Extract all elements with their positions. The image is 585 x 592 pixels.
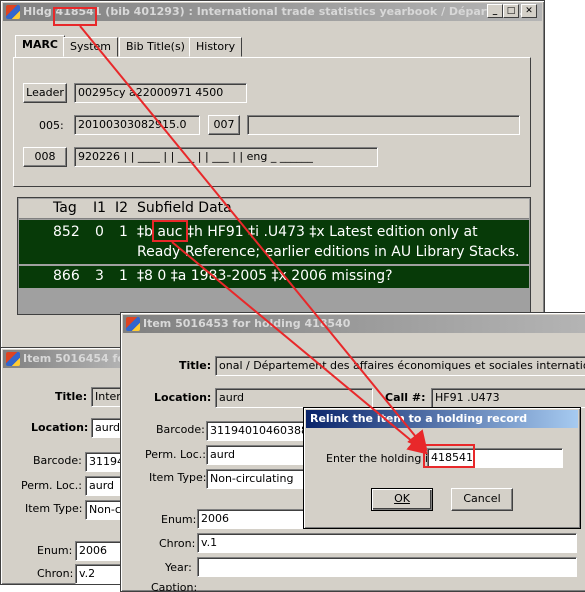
007-field[interactable] <box>247 115 520 135</box>
col-i2[interactable]: I2 <box>115 200 128 216</box>
app-icon <box>6 5 20 19</box>
relink-dialog-title: Relink the item to a holding record <box>310 412 528 425</box>
title-label: Title: <box>179 359 212 372</box>
table-row[interactable]: 866 3 1 ‡8 0 ‡a 1983-2005 ‡x 2006 missin… <box>19 266 529 288</box>
item-window-back: Item 5016454 for Title: Intern Location:… <box>0 347 130 585</box>
008-button[interactable]: 008 <box>23 147 67 167</box>
enum-label: Enum: <box>161 513 197 526</box>
holding-window: Hldg 418541 (bib 401293) : International… <box>0 0 545 350</box>
holding-window-title: Hldg 418541 (bib 401293) : International… <box>23 5 523 18</box>
app-icon <box>6 352 20 366</box>
row-i2: 1 <box>119 268 128 284</box>
title-label: Title: <box>55 390 88 403</box>
annotation-box-holding-id <box>53 7 97 26</box>
chron-label: Chron: <box>159 537 196 550</box>
item-front-title: Item 5016453 for holding 418540 <box>143 317 351 330</box>
row-i2: 1 <box>119 224 128 240</box>
item-front-titlebar[interactable]: Item 5016453 for holding 418540 <box>123 315 585 333</box>
tab-marc[interactable]: MARC <box>15 35 66 58</box>
maximize-button[interactable]: □ <box>503 4 519 18</box>
leader-field[interactable]: 00295cy a22000971 4500 <box>74 83 247 103</box>
holding-id-label: Enter the holding id: <box>326 452 439 465</box>
row-tag: 852 <box>53 224 80 240</box>
perm-loc-label: Perm. Loc.: <box>21 479 82 492</box>
table-row[interactable]: 852 0 1 ‡b auc ‡h HF91 ‡i .U473 ‡x Lates… <box>19 220 529 264</box>
col-i1[interactable]: I1 <box>93 200 106 216</box>
col-subfield[interactable]: Subfield Data <box>137 200 232 216</box>
caption-label: Caption: <box>151 581 198 592</box>
annotation-box-input <box>423 444 475 468</box>
close-button[interactable]: ✕ <box>521 4 537 18</box>
year-field[interactable] <box>197 557 577 577</box>
item-type-field[interactable]: Non-circulating <box>206 469 306 489</box>
barcode-label: Barcode: <box>156 423 205 436</box>
perm-loc-label: Perm. Loc.: <box>145 448 206 461</box>
minimize-button[interactable]: _ <box>487 4 503 18</box>
call-number-label: Call #: <box>385 391 426 404</box>
item-type-label: Item Type: <box>25 502 83 515</box>
call-number-field[interactable]: HF91 .U473 <box>431 388 585 408</box>
row-tag: 866 <box>53 268 80 284</box>
row-data: ‡8 0 ‡a 1983-2005 ‡x 2006 missing? <box>137 268 393 284</box>
col-tag[interactable]: Tag <box>53 200 77 216</box>
cancel-button[interactable]: Cancel <box>451 488 513 511</box>
perm-loc-field[interactable]: aurd <box>206 445 306 465</box>
barcode-label: Barcode: <box>33 454 82 467</box>
tab-history[interactable]: History <box>189 37 243 57</box>
008-field[interactable]: 920226 | | ____ | | ___ | | ___ | | eng … <box>74 147 378 167</box>
ok-button[interactable]: OK <box>371 488 433 511</box>
relink-dialog: Relink the item to a holding record Ente… <box>303 407 581 529</box>
barcode-field[interactable]: 31194010460388 <box>206 421 306 441</box>
year-label: Year: <box>165 561 192 574</box>
leader-button[interactable]: Leader <box>23 83 67 103</box>
007-button[interactable]: 007 <box>208 115 240 135</box>
title-field[interactable]: onal / Département des affaires économiq… <box>215 356 585 376</box>
row-i1: 3 <box>95 268 104 284</box>
location-field[interactable]: aurd <box>215 388 373 408</box>
005-label: 005: <box>39 119 64 132</box>
grid-header: Tag I1 I2 Subfield Data <box>19 199 529 219</box>
tab-system[interactable]: System <box>63 37 119 57</box>
row-data-line2: Ready Reference; earlier editions in AU … <box>137 244 520 260</box>
app-icon <box>126 317 140 331</box>
relink-dialog-titlebar[interactable]: Relink the item to a holding record <box>306 410 578 428</box>
chron-field[interactable]: v.1 <box>197 533 577 553</box>
tab-bib-titles[interactable]: Bib Title(s) <box>119 37 192 57</box>
chron-label: Chron: <box>37 567 74 580</box>
enum-label: Enum: <box>37 544 73 557</box>
location-label: Location: <box>154 391 212 404</box>
row-data-line1: ‡b auc ‡h HF91 ‡i .U473 ‡x Latest editio… <box>137 224 478 240</box>
location-label: Location: <box>31 421 89 434</box>
item-back-title: Item 5016454 for <box>23 352 127 365</box>
annotation-box-location <box>152 220 188 242</box>
item-type-label: Item Type: <box>149 471 207 484</box>
row-i1: 0 <box>95 224 104 240</box>
005-field[interactable]: 20100303082915.0 <box>74 115 200 135</box>
item-back-titlebar[interactable]: Item 5016454 for <box>3 350 127 368</box>
